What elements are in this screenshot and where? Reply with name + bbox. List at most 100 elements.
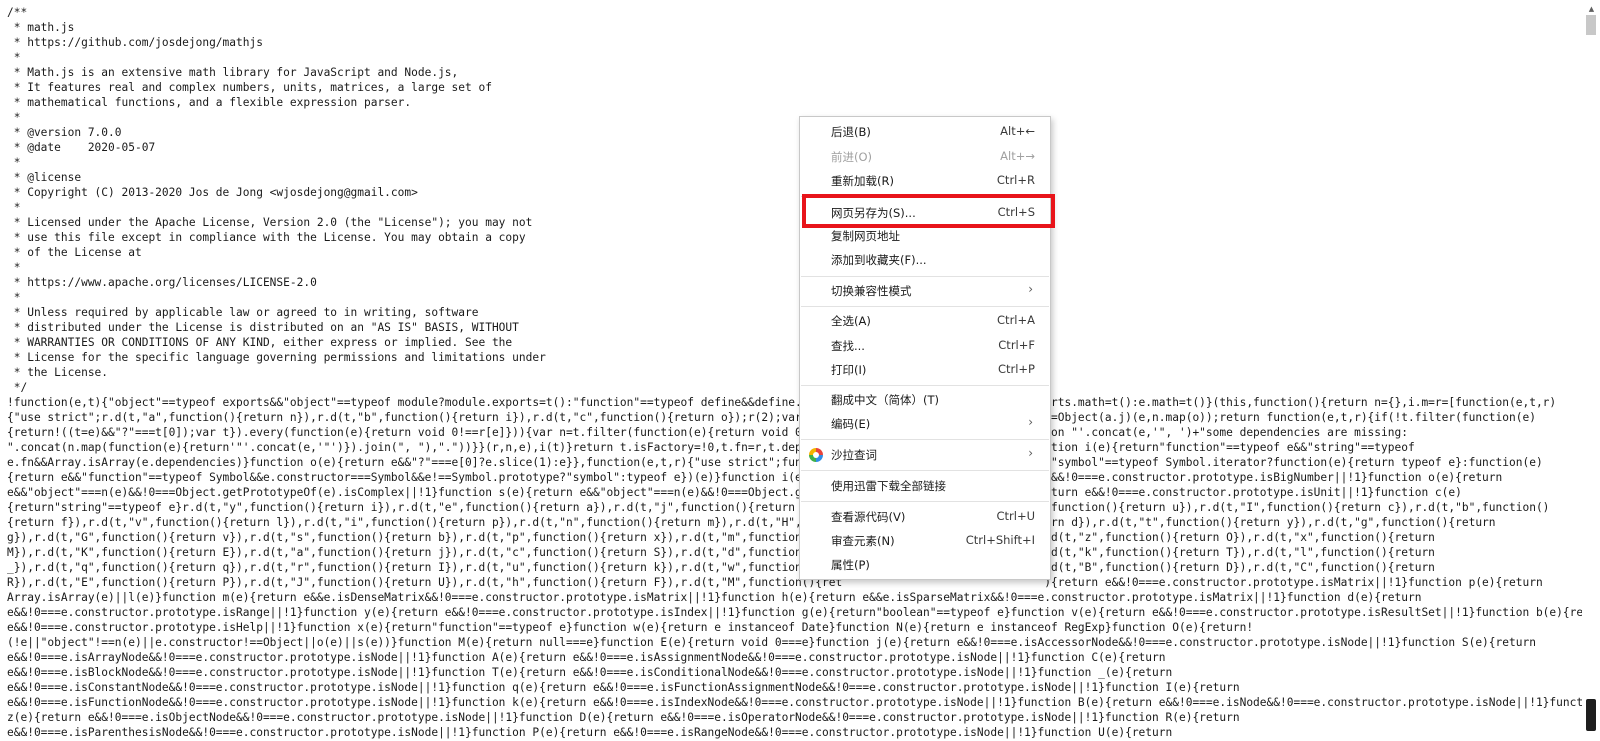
menu-item-label: 翻成中文（简体）(T): [831, 393, 939, 407]
menu-item-label: 查看源代码(V): [831, 510, 906, 524]
code-line: R}),r.d(t,"E",function(){return P}),r.d(…: [7, 576, 1543, 589]
menu-item-inspect-element[interactable]: 审查元素(N) Ctrl+Shift+I: [801, 529, 1049, 553]
code-line: {return"string"==typeof e}r.d(t,"y",func…: [7, 501, 1550, 514]
menu-item-print[interactable]: 打印(I) Ctrl+P: [801, 358, 1049, 382]
code-line: * @version 7.0.0: [7, 126, 122, 139]
code-line: e&&!0===e.isArrayNode&&!0===e.constructo…: [7, 651, 1166, 664]
menu-item-reload[interactable]: 重新加载(R) Ctrl+R: [801, 169, 1049, 193]
code-line: e.fn&&Array.isArray(e.dependencies)}func…: [7, 456, 1543, 469]
menu-item-label: 查找...: [831, 339, 865, 353]
code-line: Array.isArray(e)||l(e)}function m(e){ret…: [7, 591, 1422, 604]
code-line: e&&!0===e.constructor.prototype.isRange|…: [7, 606, 1582, 619]
code-line: *: [7, 201, 21, 214]
menu-separator: [801, 276, 1049, 277]
menu-item-forward: 前进(O) Alt+→: [801, 145, 1049, 169]
menu-item-shortcut: Ctrl+S: [997, 205, 1035, 219]
code-line: /**: [7, 6, 28, 19]
code-line: e&&!0===e.constructor.prototype.isHelp||…: [7, 621, 1254, 634]
code-line: _}),r.d(t,"q",function(){return q}),r.d(…: [7, 561, 1435, 574]
menu-item-shortcut: Ctrl+U: [996, 509, 1035, 523]
code-line: !function(e,t){"object"==typeof exports&…: [7, 396, 1557, 409]
menu-item-back[interactable]: 后退(B) Alt+←: [801, 120, 1049, 144]
code-line: (!e||"object"!==n(e)||e.constructor!==Ob…: [7, 636, 1536, 649]
menu-item-label: 前进(O): [831, 150, 873, 164]
code-line: */: [7, 381, 28, 394]
code-line: e&&!0===e.isParenthesisNode&&!0===e.cons…: [7, 726, 1173, 739]
code-line: *: [7, 156, 21, 169]
menu-separator: [801, 306, 1049, 307]
code-line: * https://github.com/josdejong/mathjs: [7, 36, 263, 49]
submenu-chevron-right-icon: ›: [1028, 415, 1033, 429]
code-line: * Unless required by applicable law or a…: [7, 306, 479, 319]
menu-separator: [801, 196, 1049, 197]
menu-item-sala-dictionary[interactable]: 沙拉查词 ›: [801, 443, 1049, 467]
scrollbar-track-marker: [1586, 15, 1596, 35]
code-line: * Licensed under the Apache License, Ver…: [7, 216, 533, 229]
code-line: {return e&&"function"==typeof Symbol&&e.…: [7, 471, 1503, 484]
menu-item-shortcut: Ctrl+R: [996, 173, 1035, 187]
code-line: *: [7, 261, 21, 274]
code-line: * @date 2020-05-07: [7, 141, 156, 154]
menu-item-save-page-as[interactable]: 网页另存为(S)... Ctrl+S: [801, 201, 1049, 225]
context-menu: 后退(B) Alt+← 前进(O) Alt+→ 重新加载(R) Ctrl+R 网…: [799, 116, 1051, 580]
vertical-scrollbar[interactable]: ▲: [1583, 0, 1600, 741]
code-line: * Copyright (C) 2013-2020 Jos de Jong <w…: [7, 186, 418, 199]
menu-item-label: 审查元素(N): [831, 534, 895, 548]
code-line: * License for the specific language gove…: [7, 351, 546, 364]
menu-item-label: 沙拉查词: [831, 448, 877, 462]
code-line: * use this file except in compliance wit…: [7, 231, 526, 244]
code-line: * It features real and complex numbers, …: [7, 81, 492, 94]
browser-viewport: /** * math.js * https://github.com/josde…: [0, 0, 1600, 741]
menu-item-shortcut: Ctrl+P: [997, 362, 1035, 376]
code-line: * mathematical functions, and a flexible…: [7, 96, 412, 109]
menu-separator: [801, 501, 1049, 502]
menu-item-select-all[interactable]: 全选(A) Ctrl+A: [801, 309, 1049, 333]
menu-item-shortcut: Ctrl+Shift+I: [965, 533, 1035, 547]
scroll-up-arrow-icon[interactable]: ▲: [1586, 5, 1597, 13]
menu-item-encoding[interactable]: 编码(E) ›: [801, 412, 1049, 436]
menu-item-translate-chinese[interactable]: 翻成中文（简体）(T): [801, 388, 1049, 412]
menu-item-shortcut: Alt+→: [1000, 149, 1035, 163]
menu-item-view-source[interactable]: 查看源代码(V) Ctrl+U: [801, 505, 1049, 529]
menu-item-label: 后退(B): [831, 125, 871, 139]
code-line: g}),r.d(t,"G",function(){return v}),r.d(…: [7, 531, 1435, 544]
submenu-chevron-right-icon: ›: [1028, 446, 1033, 460]
sala-dictionary-icon: [809, 448, 823, 462]
menu-item-label: 切换兼容性模式: [831, 284, 912, 298]
menu-item-compatibility-mode[interactable]: 切换兼容性模式 ›: [801, 279, 1049, 303]
menu-item-label: 全选(A): [831, 314, 871, 328]
menu-item-find[interactable]: 查找... Ctrl+F: [801, 334, 1049, 358]
menu-item-shortcut: Ctrl+F: [998, 338, 1035, 352]
code-line: * math.js: [7, 21, 75, 34]
code-line: * https://www.apache.org/licenses/LICENS…: [7, 276, 317, 289]
source-code-view: /** * math.js * https://github.com/josde…: [7, 5, 1582, 740]
menu-item-add-to-favorites[interactable]: 添加到收藏夹(F)...: [801, 248, 1049, 272]
menu-item-properties[interactable]: 属性(P): [801, 553, 1049, 577]
scrollbar-thumb[interactable]: [1586, 699, 1596, 731]
code-line: *: [7, 291, 21, 304]
code-line: * @license: [7, 171, 82, 184]
menu-item-label: 打印(I): [831, 363, 867, 377]
menu-item-label: 重新加载(R): [831, 174, 894, 188]
code-line: *: [7, 111, 21, 124]
code-line: e&&!0===e.isConstantNode&&!0===e.constru…: [7, 681, 1240, 694]
code-line: * of the License at: [7, 246, 142, 259]
menu-item-label: 复制网页地址: [831, 229, 900, 243]
code-line: {return f}),r.d(t,"v",function(){return …: [7, 516, 1496, 529]
code-line: {return!((t=e)&&"?"===t[0]);var t}).ever…: [7, 426, 1408, 439]
code-line: * WARRANTIES OR CONDITIONS OF ANY KIND, …: [7, 336, 513, 349]
menu-separator: [801, 385, 1049, 386]
code-line: *: [7, 51, 21, 64]
menu-separator: [801, 470, 1049, 471]
menu-item-label: 使用迅雷下载全部链接: [831, 479, 946, 493]
menu-item-shortcut: Ctrl+A: [997, 313, 1035, 327]
code-line: e&&!0===e.isBlockNode&&!0===e.constructo…: [7, 666, 1173, 679]
menu-item-thunder-download-all[interactable]: 使用迅雷下载全部链接: [801, 474, 1049, 498]
menu-item-label: 属性(P): [831, 558, 870, 572]
code-line: e&&"object"===n(e)&&!0===Object.getProto…: [7, 486, 1462, 499]
menu-item-copy-page-address[interactable]: 复制网页地址: [801, 224, 1049, 248]
code-line: z(e){return e&&!0===e.isObjectNode&&!0==…: [7, 711, 1240, 724]
code-line: ".concat(n.map(function(e){return'"'.con…: [7, 441, 1415, 454]
code-line: * Math.js is an extensive math library f…: [7, 66, 459, 79]
menu-item-label: 网页另存为(S)...: [831, 206, 916, 220]
